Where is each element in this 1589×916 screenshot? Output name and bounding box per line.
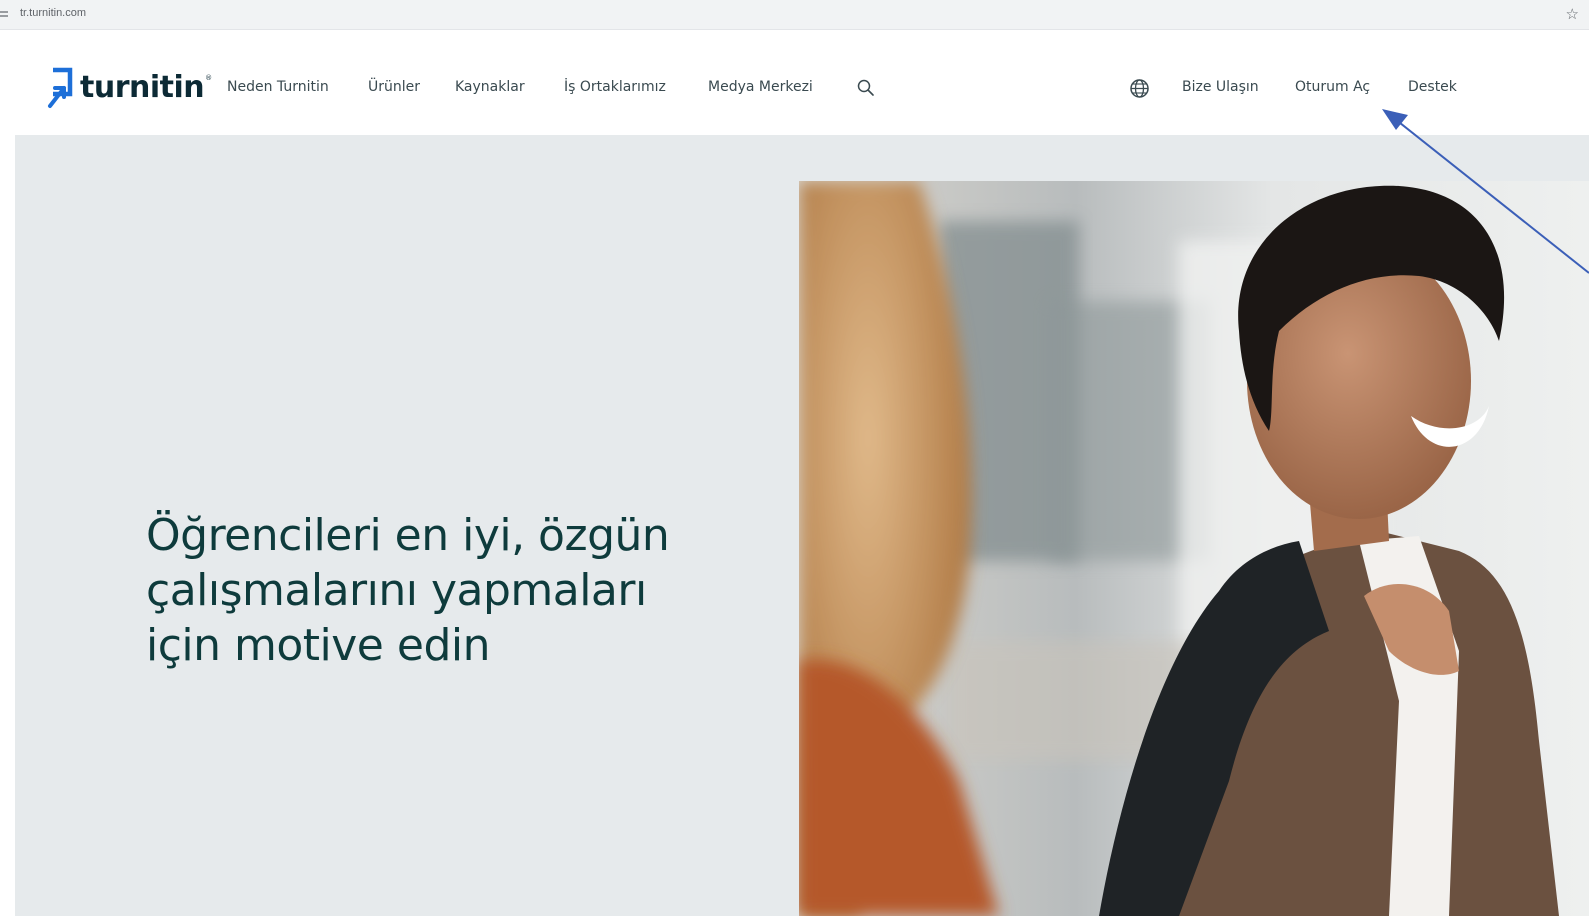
nav-oturum-ac[interactable]: Oturum Aç [1295,78,1370,96]
globe-icon[interactable] [1129,78,1150,99]
tune-icon[interactable] [0,9,8,19]
nav-urunler[interactable]: Ürünler [368,78,420,96]
url-text[interactable]: tr.turnitin.com [20,7,86,19]
turnitin-logo[interactable]: turnitin ® [45,66,212,110]
hero-heading-line: Öğrencileri en iyi, özgün [146,510,670,561]
hero-photo [799,181,1589,916]
nav-destek[interactable]: Destek [1408,78,1457,96]
hero-heading-line: için motive edin [146,620,490,671]
search-icon[interactable] [856,78,876,98]
nav-medya-merkezi[interactable]: Medya Merkezi [708,78,813,96]
logo-text: turnitin [80,70,205,105]
nav-neden-turnitin[interactable]: Neden Turnitin [227,78,329,96]
browser-address-bar: tr.turnitin.com ☆ [0,0,1589,30]
hero-heading: Öğrencileri en iyi, özgün çalışmalarını … [146,508,746,673]
turnitin-logo-icon [48,67,73,108]
nav-kaynaklar[interactable]: Kaynaklar [455,78,525,96]
star-icon[interactable]: ☆ [1566,5,1579,23]
hero-heading-line: çalışmalarını yapmaları [146,565,647,616]
nav-bize-ulasin[interactable]: Bize Ulaşın [1182,78,1259,96]
hero-section: Öğrencileri en iyi, özgün çalışmalarını … [15,135,1589,916]
logo-trademark: ® [205,74,213,82]
site-header: turnitin ® Neden Turnitin Ürünler Kaynak… [0,31,1589,135]
nav-is-ortaklarimiz[interactable]: İş Ortaklarımız [564,78,666,96]
